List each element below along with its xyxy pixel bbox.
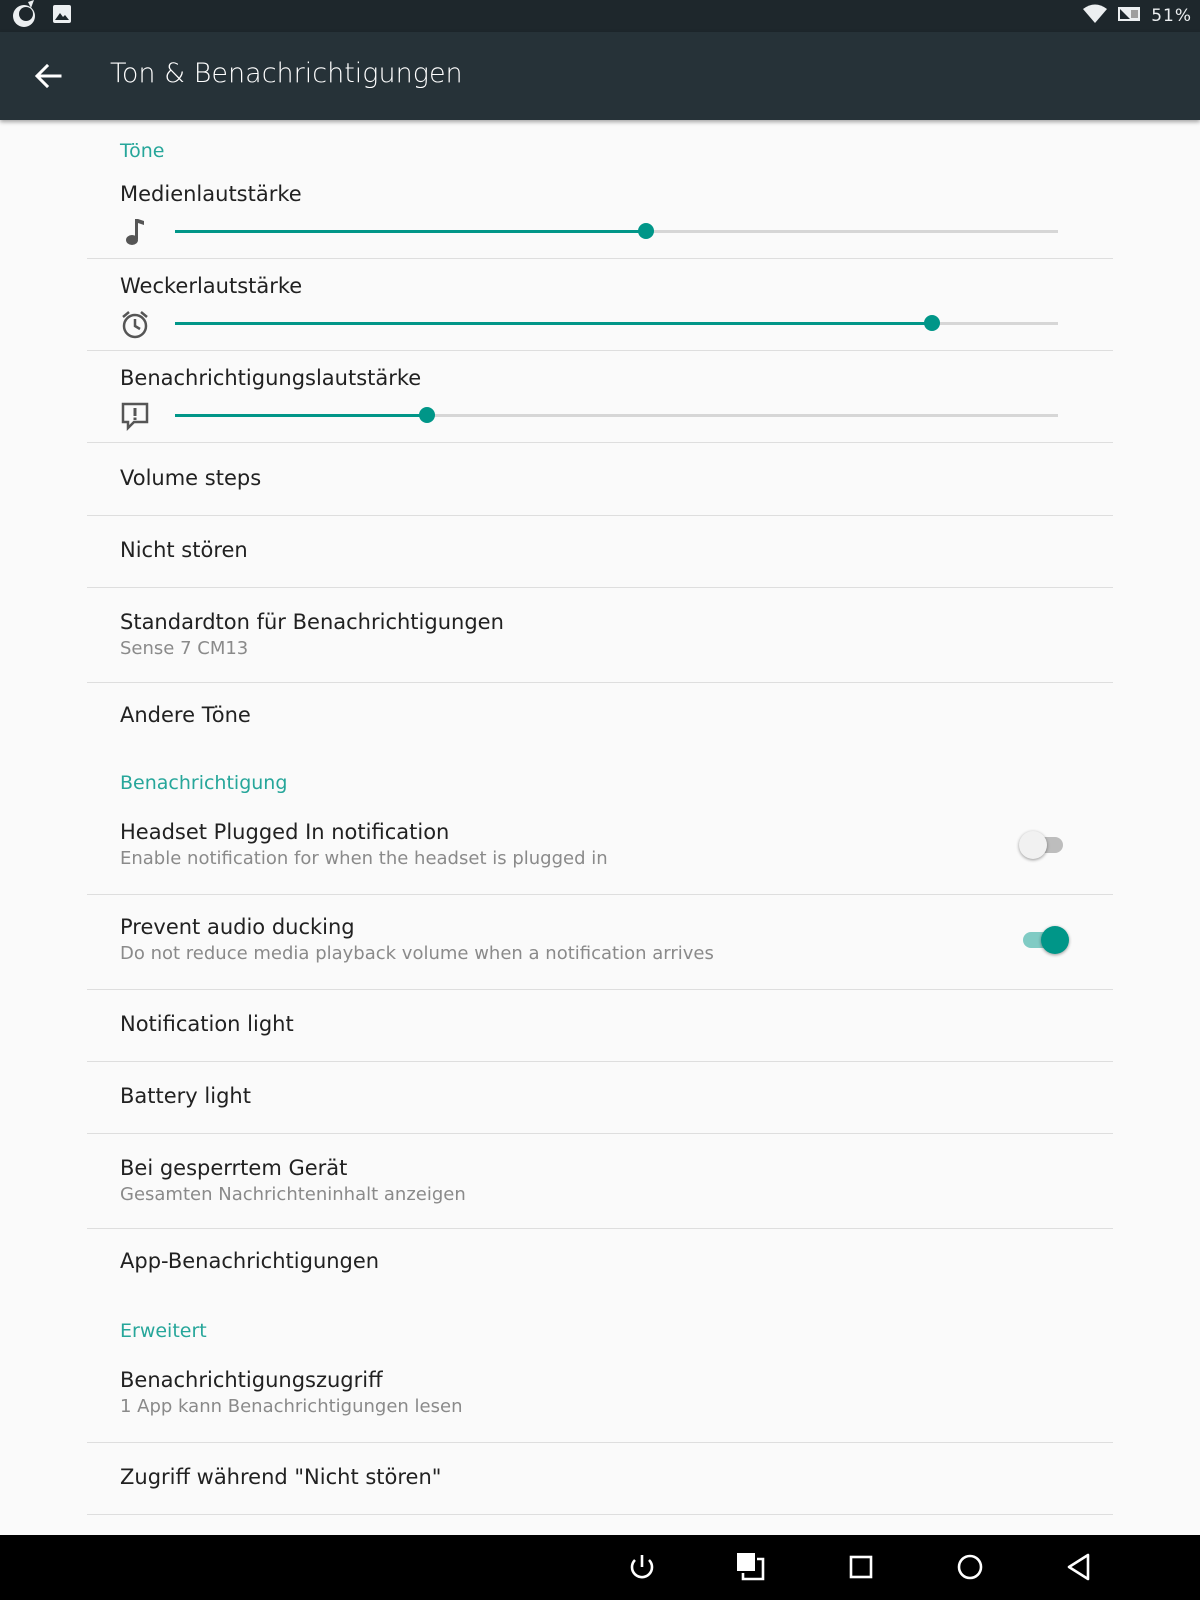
image-icon (52, 4, 72, 28)
power-icon[interactable] (624, 1549, 660, 1585)
list-item-do-not-disturb[interactable]: Nicht stören (87, 516, 1113, 588)
home-icon[interactable] (952, 1549, 988, 1585)
media-volume-slider[interactable] (175, 223, 1058, 239)
list-item-title: Standardton für Benachrichtigungen (120, 610, 504, 634)
list-item-notification-access[interactable]: Benachrichtigungszugriff 1 App kann Bena… (87, 1348, 1113, 1443)
status-bar: 51% (0, 0, 1200, 32)
list-item-title: Notification light (120, 1012, 294, 1036)
app-bar: Ton & Benachrichtigungen (0, 32, 1200, 120)
page-title: Ton & Benachrichtigungen (110, 58, 463, 89)
list-item-lock-screen[interactable]: Bei gesperrtem Gerät Gesamten Nachrichte… (87, 1134, 1113, 1229)
list-item-notification-light[interactable]: Notification light (87, 990, 1113, 1062)
list-item-summary: 1 App kann Benachrichtigungen lesen (120, 1396, 463, 1417)
music-note-icon (120, 216, 150, 248)
wifi-icon (1083, 4, 1108, 28)
sim-icon (1117, 4, 1141, 28)
arrow-back-icon[interactable] (30, 60, 66, 92)
battery-percentage: 51% (1151, 6, 1192, 26)
screenshot-icon[interactable] (733, 1549, 769, 1585)
list-item-title: App-Benachrichtigungen (120, 1249, 380, 1273)
list-item-app-notifications[interactable]: App-Benachrichtigungen (87, 1229, 1113, 1301)
alarm-volume-thumb[interactable] (923, 315, 940, 331)
notification-volume-thumb[interactable] (418, 407, 435, 423)
list-item-other-sounds[interactable]: Andere Töne (87, 683, 1113, 755)
list-item-summary: Do not reduce media playback volume when… (120, 943, 714, 964)
list-item-summary: Gesamten Nachrichteninhalt anzeigen (120, 1184, 466, 1205)
list-item-dnd-access[interactable]: Zugriff während "Nicht stören" (87, 1443, 1113, 1515)
list-item-prevent-audio-ducking[interactable]: Prevent audio ducking Do not reduce medi… (87, 895, 1113, 990)
notification-volume-fill (175, 414, 427, 417)
unicorn-icon (10, 0, 40, 32)
list-item-summary: Sense 7 CM13 (120, 638, 249, 659)
media-volume-thumb[interactable] (637, 223, 654, 239)
list-item-volume-steps[interactable]: Volume steps (87, 444, 1113, 516)
notification-volume-slider[interactable] (175, 407, 1058, 423)
slider-row-notification-volume: Benachrichtigungslautstärke (87, 352, 1113, 443)
alarm-volume-fill (175, 322, 932, 325)
list-item-headset-notification[interactable]: Headset Plugged In notification Enable n… (87, 800, 1113, 895)
list-item-battery-light[interactable]: Battery light (87, 1062, 1113, 1134)
prevent-audio-ducking-switch[interactable] (1017, 922, 1071, 958)
slider-row-media-volume: Medienlautstärke (87, 168, 1113, 259)
headset-notification-switch[interactable] (1017, 827, 1071, 863)
list-item-summary: Enable notification for when the headset… (120, 848, 608, 869)
section-header-notification: Benachrichtigung (120, 772, 288, 794)
list-item-default-notification-sound[interactable]: Standardton für Benachrichtigungen Sense… (87, 588, 1113, 683)
notification-alert-icon (120, 400, 150, 432)
section-header-advanced: Erweitert (120, 1320, 207, 1342)
notification-volume-label: Benachrichtigungslautstärke (120, 366, 422, 390)
list-item-title: Zugriff während "Nicht stören" (120, 1465, 442, 1489)
list-item-title: Bei gesperrtem Gerät (120, 1156, 348, 1180)
slider-row-alarm-volume: Weckerlautstärke (87, 260, 1113, 351)
alarm-volume-slider[interactable] (175, 315, 1058, 331)
list-item-title: Nicht stören (120, 538, 248, 562)
media-volume-label: Medienlautstärke (120, 182, 302, 206)
list-item-title: Benachrichtigungszugriff (120, 1368, 383, 1392)
list-item-title: Battery light (120, 1084, 251, 1108)
list-item-title: Headset Plugged In notification (120, 820, 450, 844)
back-triangle-icon[interactable] (1062, 1549, 1098, 1585)
alarm-clock-icon (120, 308, 150, 340)
list-item-title: Andere Töne (120, 703, 251, 727)
navigation-bar (0, 1535, 1200, 1600)
list-item-title: Volume steps (120, 466, 262, 490)
list-item-title: Prevent audio ducking (120, 915, 355, 939)
section-header-tones: Töne (120, 140, 165, 162)
media-volume-fill (175, 230, 646, 233)
recents-icon[interactable] (843, 1549, 879, 1585)
alarm-volume-label: Weckerlautstärke (120, 274, 303, 298)
